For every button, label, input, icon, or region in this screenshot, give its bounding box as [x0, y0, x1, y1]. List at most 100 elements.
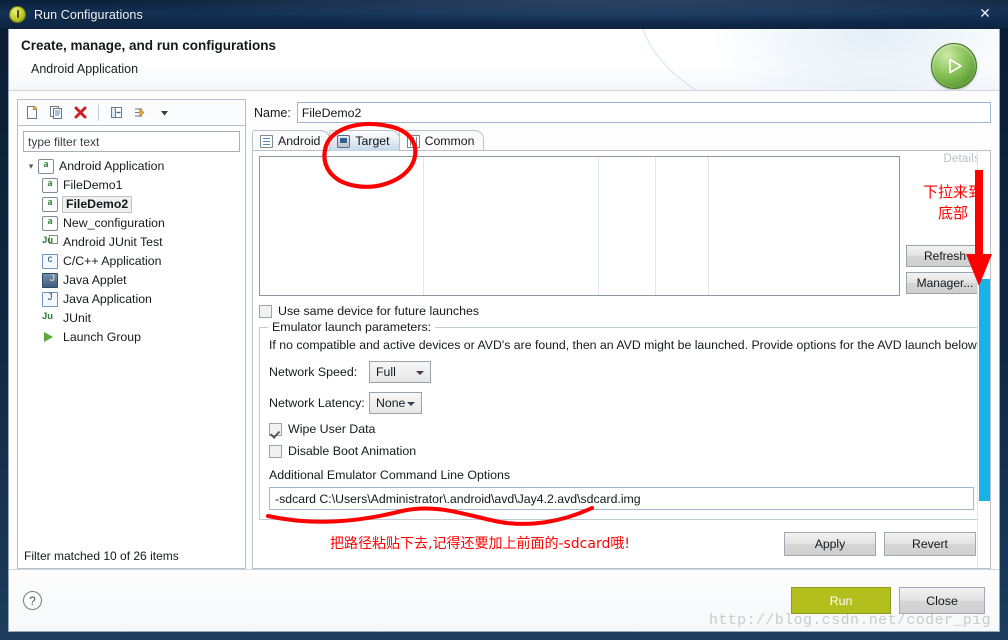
close-button[interactable]: Close — [899, 587, 985, 614]
java-applet-icon — [42, 273, 58, 288]
android-icon — [42, 197, 58, 212]
details-label: Details — [943, 153, 980, 165]
wipe-user-data-row[interactable]: Wipe User Data — [269, 422, 974, 436]
tree-item-android-junit-test[interactable]: Android JUnit Test — [18, 233, 245, 252]
run-button[interactable]: Run — [791, 587, 891, 614]
use-same-device-checkbox[interactable] — [259, 305, 272, 318]
android-icon — [42, 216, 58, 231]
scrollbar-thumb[interactable] — [979, 279, 990, 501]
tab-android[interactable]: Android — [252, 130, 330, 151]
revert-button[interactable]: Revert — [884, 532, 976, 556]
emulator-group-legend: Emulator launch parameters: — [268, 320, 435, 334]
android-junit-icon — [42, 235, 58, 250]
target-tab-content: Refresh Manager... Use same device for f… — [253, 151, 990, 568]
disable-boot-animation-row[interactable]: Disable Boot Animation — [269, 444, 974, 458]
tree-item-android-application[interactable]: ▾ Android Application — [18, 157, 245, 176]
emulator-launch-parameters-group: Emulator launch parameters: If no compat… — [259, 327, 984, 520]
tree-item-label: Android JUnit Test — [63, 236, 163, 248]
tree-item-label: FileDemo2 — [63, 197, 131, 211]
emulator-description: If no compatible and active devices or A… — [269, 338, 974, 352]
tree-item-java-application[interactable]: Java Application — [18, 290, 245, 309]
table-column-divider — [655, 157, 656, 295]
configuration-editor: Name: Android Target — [252, 99, 991, 569]
filter-wrapper — [18, 126, 245, 155]
chevron-down-icon[interactable] — [154, 103, 175, 123]
wipe-user-data-checkbox[interactable] — [269, 423, 282, 436]
dialog-main: ▾ Android Application FileDemo1 FileDemo… — [9, 91, 999, 569]
android-icon — [42, 178, 58, 193]
watermark-text: http://blog.csdn.net/coder_pig — [709, 612, 991, 629]
chevron-down-icon[interactable]: ▾ — [24, 161, 38, 172]
dialog-header: Create, manage, and run configurations A… — [9, 29, 999, 91]
use-same-device-label: Use same device for future launches — [278, 304, 479, 318]
tab-panel-target: Refresh Manager... Use same device for f… — [252, 150, 991, 569]
device-table[interactable] — [259, 156, 900, 296]
tree-item-label: C/C++ Application — [63, 255, 161, 267]
junit-icon — [42, 311, 58, 326]
page-title: Create, manage, and run configurations — [21, 38, 999, 53]
refresh-button[interactable]: Refresh — [906, 245, 984, 267]
table-column-divider — [598, 157, 599, 295]
use-same-device-row[interactable]: Use same device for future launches — [259, 304, 984, 318]
tab-label: Target — [355, 134, 389, 148]
delete-configuration-icon[interactable] — [70, 103, 91, 123]
tree-item-new-configuration[interactable]: New_configuration — [18, 214, 245, 233]
configurations-tree[interactable]: ▾ Android Application FileDemo1 FileDemo… — [18, 155, 245, 544]
tree-item-launch-group[interactable]: Launch Group — [18, 328, 245, 347]
device-buttons: Refresh Manager... — [906, 156, 984, 296]
toolbar-divider — [98, 105, 99, 121]
apply-button[interactable]: Apply — [784, 532, 876, 556]
configurations-sidebar: ▾ Android Application FileDemo1 FileDemo… — [17, 99, 246, 569]
run-config-icon — [9, 6, 26, 23]
filter-icon[interactable] — [130, 103, 151, 123]
network-latency-label: Network Latency: — [269, 396, 369, 410]
tabs-area: Android Target Common — [252, 129, 991, 569]
wipe-user-data-label: Wipe User Data — [288, 422, 375, 436]
tree-item-label: Java Applet — [63, 274, 127, 286]
close-icon[interactable]: ✕ — [962, 0, 1008, 26]
grid-icon — [407, 135, 420, 148]
duplicate-configuration-icon[interactable] — [46, 103, 67, 123]
disable-boot-animation-label: Disable Boot Animation — [288, 444, 416, 458]
configuration-name-input[interactable] — [297, 102, 991, 123]
tree-item-junit[interactable]: JUnit — [18, 309, 245, 328]
dialog-body: Create, manage, and run configurations A… — [8, 29, 1000, 632]
cpp-icon — [42, 254, 58, 269]
tree-item-label: FileDemo1 — [63, 179, 122, 191]
java-application-icon — [42, 292, 58, 307]
new-configuration-icon[interactable] — [22, 103, 43, 123]
window-titlebar: Run Configurations ✕ — [0, 0, 1008, 29]
tree-item-label: New_configuration — [63, 217, 165, 229]
sidebar-toolbar — [17, 99, 246, 125]
vertical-scrollbar[interactable] — [977, 151, 990, 568]
page-subtitle: Android Application — [31, 62, 999, 76]
network-latency-select[interactable]: None — [369, 392, 422, 414]
tree-item-filedemo2[interactable]: FileDemo2 — [18, 195, 245, 214]
tab-target[interactable]: Target — [329, 130, 399, 151]
additional-options-label: Additional Emulator Command Line Options — [269, 468, 974, 482]
table-column-divider — [423, 157, 424, 295]
window-title: Run Configurations — [34, 8, 143, 22]
configurations-tree-box: ▾ Android Application FileDemo1 FileDemo… — [17, 125, 246, 569]
tree-item-filedemo1[interactable]: FileDemo1 — [18, 176, 245, 195]
question-mark-icon[interactable]: ? — [23, 591, 42, 610]
tree-item-c-cpp-application[interactable]: C/C++ Application — [18, 252, 245, 271]
additional-options-input[interactable] — [269, 487, 974, 510]
run-configurations-window: Run Configurations ✕ Create, manage, and… — [0, 0, 1008, 640]
play-triangle-icon[interactable] — [931, 43, 977, 89]
launch-group-icon — [42, 330, 58, 345]
tab-common[interactable]: Common — [399, 130, 485, 151]
tree-item-java-applet[interactable]: Java Applet — [18, 271, 245, 290]
tab-label: Android — [278, 134, 320, 148]
device-selection-row: Refresh Manager... — [259, 156, 984, 296]
tab-label: Common — [425, 134, 475, 148]
collapse-all-icon[interactable] — [106, 103, 127, 123]
network-speed-row: Network Speed: Full — [269, 361, 974, 383]
search-input[interactable] — [23, 131, 240, 152]
network-speed-select[interactable]: Full — [369, 361, 431, 383]
filter-status-text: Filter matched 10 of 26 items — [18, 544, 245, 568]
table-column-divider — [708, 157, 709, 295]
dialog-footer: ? Run Close http://blog.csdn.net/coder_p… — [9, 569, 999, 631]
disable-boot-animation-checkbox[interactable] — [269, 445, 282, 458]
avd-manager-button[interactable]: Manager... — [906, 272, 984, 294]
